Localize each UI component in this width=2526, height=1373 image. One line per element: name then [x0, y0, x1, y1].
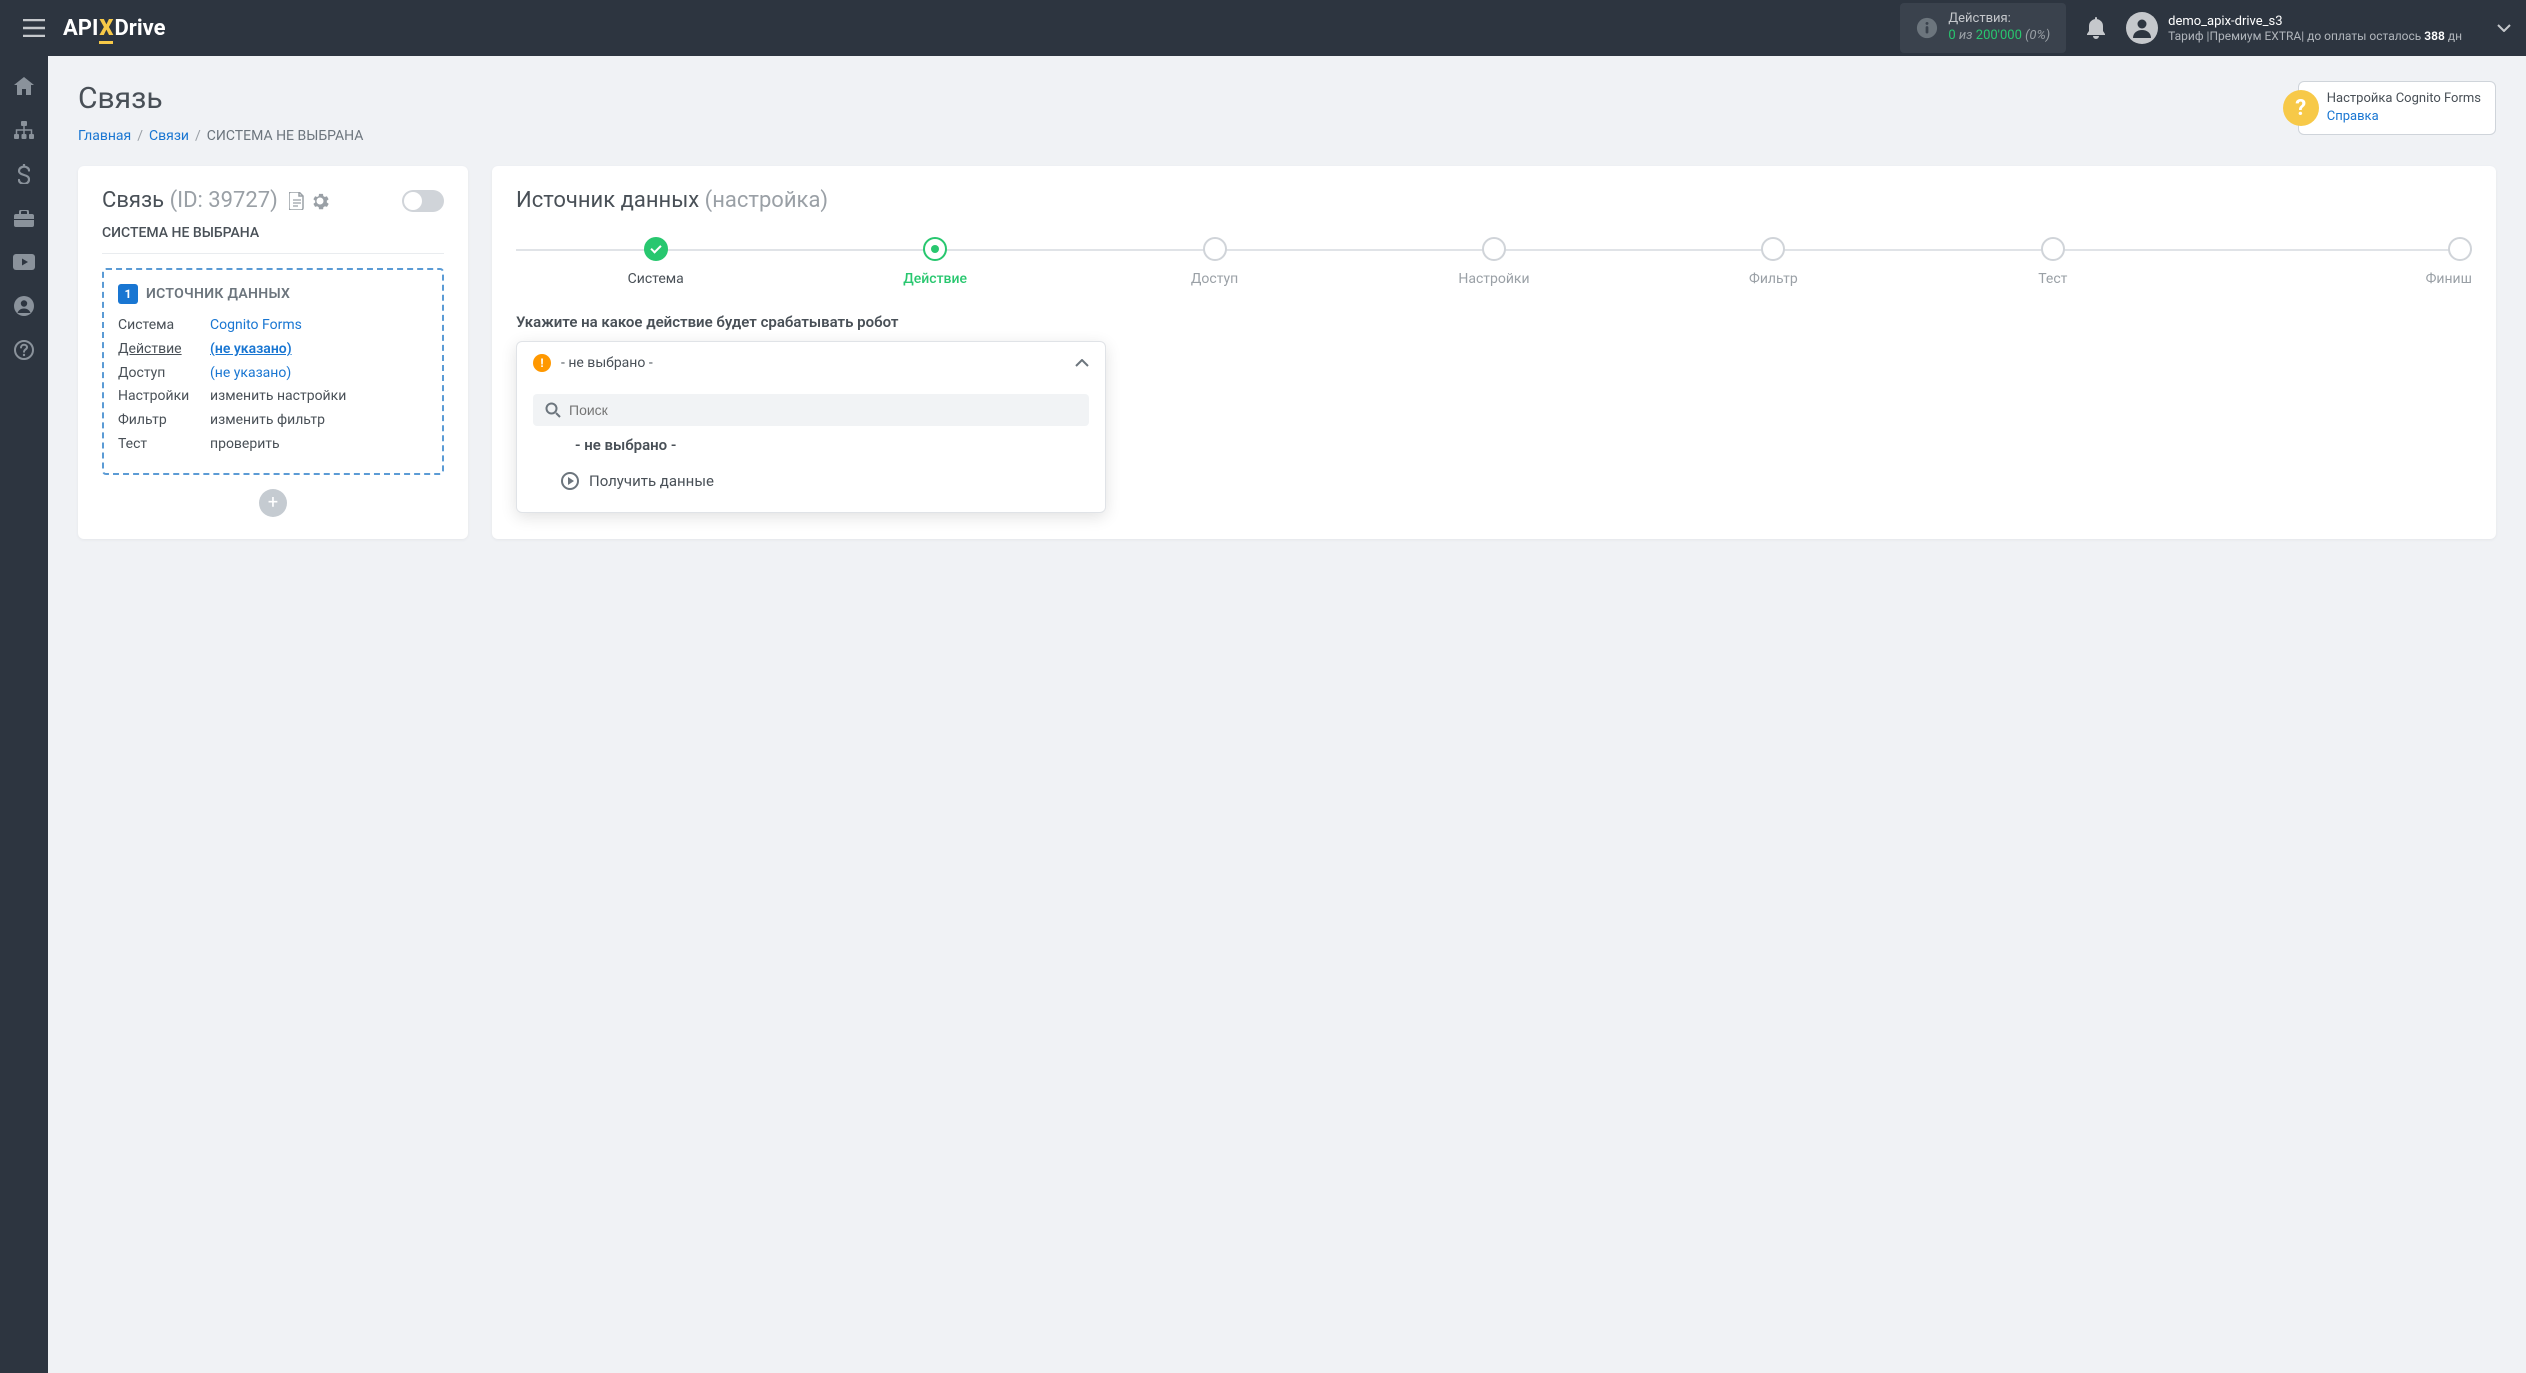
step-settings[interactable]: Настройки: [1354, 237, 1633, 287]
step-filter[interactable]: Фильтр: [1634, 237, 1913, 287]
breadcrumb-links[interactable]: Связи: [149, 128, 189, 144]
logo-api: API: [63, 16, 98, 41]
bell-icon[interactable]: [2086, 17, 2106, 39]
sidebar: [0, 56, 48, 1373]
gear-icon[interactable]: [311, 192, 329, 210]
source-action-link[interactable]: (не указано): [210, 338, 292, 362]
help-box: ? Настройка Cognito Forms Справка: [2298, 81, 2496, 135]
user-text: demo_apix-drive_s3 Тариф |Премиум EXTRA|…: [2168, 14, 2462, 43]
chevron-up-icon: [1075, 359, 1089, 367]
chevron-down-icon: [2497, 24, 2511, 32]
sidebar-connections[interactable]: [4, 110, 44, 150]
logo[interactable]: APIXDrive: [63, 16, 166, 41]
avatar-icon: [2126, 12, 2158, 44]
source-box-title: ИСТОЧНИК ДАННЫХ: [146, 286, 290, 302]
step-action[interactable]: Действие: [795, 237, 1074, 287]
dropdown-option-none[interactable]: - не выбрано -: [533, 426, 1089, 462]
action-section-title: Укажите на какое действие будет срабатыв…: [516, 313, 2472, 331]
play-icon: [561, 472, 579, 490]
data-source-title: Источник данных (настройка): [516, 188, 2472, 213]
dropdown-option-get-data[interactable]: Получить данные: [533, 462, 1089, 498]
connection-card: Связь (ID: 39727) СИСТЕМА НЕ ВЫБРАНА 1 И…: [78, 166, 468, 539]
stepper: Система Действие Доступ Настройки Фильтр…: [516, 237, 2472, 287]
connection-subtitle: СИСТЕМА НЕ ВЫБРАНА: [102, 225, 444, 254]
breadcrumb: Главная/Связи/СИСТЕМА НЕ ВЫБРАНА: [78, 128, 363, 144]
dropdown-search: [533, 394, 1089, 426]
sidebar-billing[interactable]: [4, 154, 44, 194]
dropdown-search-input[interactable]: [569, 402, 1077, 418]
step-finish[interactable]: Финиш: [2193, 237, 2472, 287]
source-badge: 1: [118, 284, 138, 304]
document-icon[interactable]: [289, 192, 305, 210]
actions-text: Действия: 0 из 200'000 (0%): [1948, 11, 2050, 45]
sidebar-account[interactable]: [4, 286, 44, 326]
source-system-link[interactable]: Cognito Forms: [210, 314, 302, 338]
connection-title: Связь (ID: 39727): [102, 188, 329, 213]
source-filter-link[interactable]: изменить фильтр: [210, 409, 325, 433]
breadcrumb-home[interactable]: Главная: [78, 128, 131, 144]
search-icon: [545, 402, 561, 418]
main-content: Связь Главная/Связи/СИСТЕМА НЕ ВЫБРАНА ?…: [48, 56, 2526, 1373]
sidebar-briefcase[interactable]: [4, 198, 44, 238]
breadcrumb-current: СИСТЕМА НЕ ВЫБРАНА: [207, 128, 364, 144]
user-menu[interactable]: demo_apix-drive_s3 Тариф |Премиум EXTRA|…: [2126, 12, 2511, 44]
connection-toggle[interactable]: [402, 190, 444, 212]
data-source-card: Источник данных (настройка) Система Дейс…: [492, 166, 2496, 539]
actions-counter[interactable]: Действия: 0 из 200'000 (0%): [1900, 3, 2066, 53]
action-dropdown-toggle[interactable]: ! - не выбрано -: [517, 342, 1105, 384]
sidebar-home[interactable]: [4, 66, 44, 106]
warning-icon: !: [533, 354, 551, 372]
page-title: Связь: [78, 81, 363, 116]
info-icon: [1916, 17, 1938, 39]
add-destination-button[interactable]: +: [259, 489, 287, 517]
menu-icon[interactable]: [15, 11, 53, 45]
help-link[interactable]: Справка: [2327, 108, 2481, 126]
logo-drive: Drive: [114, 16, 165, 41]
help-title: Настройка Cognito Forms: [2327, 90, 2481, 108]
source-settings-link[interactable]: изменить настройки: [210, 385, 346, 409]
logo-x: X: [99, 16, 113, 41]
sidebar-help[interactable]: [4, 330, 44, 370]
source-access-link[interactable]: (не указано): [210, 362, 291, 386]
step-system[interactable]: Система: [516, 237, 795, 287]
step-test[interactable]: Тест: [1913, 237, 2192, 287]
source-box: 1 ИСТОЧНИК ДАННЫХ СистемаCognito Forms Д…: [102, 268, 444, 475]
action-dropdown: ! - не выбрано - - не выбрано -: [516, 341, 1106, 513]
help-icon[interactable]: ?: [2283, 90, 2319, 126]
sidebar-video[interactable]: [4, 242, 44, 282]
app-header: APIXDrive Действия: 0 из 200'000 (0%) de…: [0, 0, 2526, 56]
source-test-link[interactable]: проверить: [210, 433, 280, 457]
step-access[interactable]: Доступ: [1075, 237, 1354, 287]
